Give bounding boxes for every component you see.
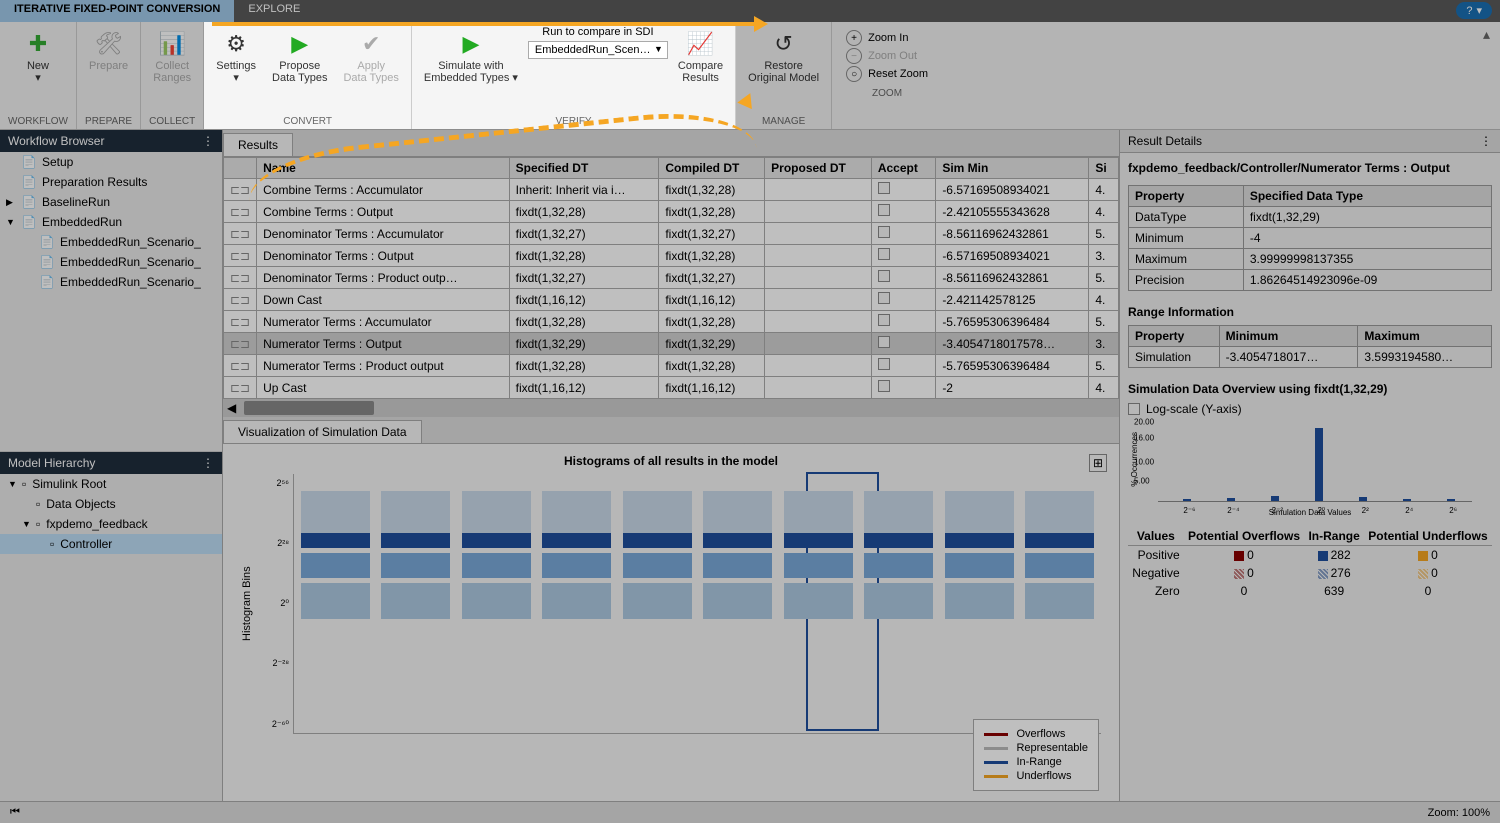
workflow-item[interactable]: 📄EmbeddedRun_Scenario_ <box>0 272 222 292</box>
run-compare-label: Run to compare in SDI <box>542 26 653 38</box>
viz-body: Histograms of all results in the model ⊞… <box>223 444 1119 801</box>
results-tab[interactable]: Results <box>223 133 293 156</box>
collect-icon: 📊 <box>158 30 186 58</box>
group-workflow: WORKFLOW <box>6 114 70 129</box>
workflow-item[interactable]: ▼📄EmbeddedRun <box>0 212 222 232</box>
hierarchy-item[interactable]: ▼▫fxpdemo_feedback <box>0 514 222 534</box>
restore-icon: ↺ <box>770 30 798 58</box>
apply-button[interactable]: ✔ Apply Data Types <box>337 26 404 88</box>
viz-title: Histograms of all results in the model <box>241 454 1101 468</box>
help-button[interactable]: ? ▾ <box>1456 2 1492 19</box>
y-axis-label: Histogram Bins <box>241 474 253 734</box>
prepare-button[interactable]: 🛠 Prepare <box>83 26 134 76</box>
hierarchy-menu-icon[interactable]: ⋮ <box>202 456 214 470</box>
workflow-item[interactable]: 📄EmbeddedRun_Scenario_ <box>0 232 222 252</box>
properties-table: PropertySpecified Data TypeDataTypefixdt… <box>1128 185 1492 291</box>
viz-options-icon[interactable]: ⊞ <box>1089 454 1107 472</box>
workflow-browser: 📄Setup📄Preparation Results▶📄BaselineRun▼… <box>0 152 222 452</box>
workflow-menu-icon[interactable]: ⋮ <box>202 134 214 148</box>
compare-icon: 📈 <box>687 30 715 58</box>
result-details-header: Result Details⋮ <box>1120 130 1500 153</box>
propose-button[interactable]: ▶ Propose Data Types <box>266 26 333 88</box>
new-button[interactable]: ✚ New▾ <box>13 26 63 88</box>
y-axis: 2⁵⁶2²⁸2⁰2⁻²⁸2⁻⁶⁰ <box>257 474 293 734</box>
workflow-item[interactable]: 📄Preparation Results <box>0 172 222 192</box>
help-icon: ? <box>1466 5 1472 17</box>
apply-icon: ✔ <box>357 30 385 58</box>
propose-icon: ▶ <box>286 30 314 58</box>
histogram-bars[interactable] <box>293 474 1101 734</box>
plus-icon: ✚ <box>24 30 52 58</box>
sim-overview-header: Simulation Data Overview using fixdt(1,3… <box>1128 382 1492 396</box>
viz-tab[interactable]: Visualization of Simulation Data <box>223 420 422 443</box>
horizontal-scrollbar[interactable]: ◀ <box>223 399 1119 417</box>
legend: Overflows Representable In-Range Underfl… <box>973 719 1099 791</box>
result-path: fxpdemo_feedback/Controller/Numerator Te… <box>1128 161 1492 175</box>
group-manage: MANAGE <box>760 114 807 129</box>
group-prepare: PREPARE <box>83 114 134 129</box>
toolstrip: ✚ New▾ WORKFLOW 🛠 Prepare PREPARE 📊 Coll… <box>0 22 1500 130</box>
hierarchy-item[interactable]: ▫Data Objects <box>0 494 222 514</box>
group-zoom: ZOOM <box>870 86 904 101</box>
reset-zoom-icon: ○ <box>846 66 862 82</box>
tab-iterative[interactable]: ITERATIVE FIXED-POINT CONVERSION <box>0 0 234 22</box>
zoom-out-button[interactable]: −Zoom Out <box>846 48 928 64</box>
simulate-button[interactable]: ▶ Simulate with Embedded Types ▾ <box>418 26 524 88</box>
logscale-checkbox[interactable]: Log-scale (Y-axis) <box>1128 402 1492 416</box>
workflow-item[interactable]: 📄Setup <box>0 152 222 172</box>
range-table: PropertyMinimumMaximumSimulation-3.40547… <box>1128 325 1492 368</box>
run-select[interactable]: EmbeddedRun_Scen… <box>528 41 668 59</box>
restore-button[interactable]: ↺ Restore Original Model <box>742 26 825 88</box>
zoom-in-button[interactable]: +Zoom In <box>846 30 928 46</box>
settings-button[interactable]: ⚙ Settings▾ <box>210 26 262 88</box>
hierarchy-item[interactable]: ▼▫Simulink Root <box>0 474 222 494</box>
model-hierarchy: ▼▫Simulink Root▫Data Objects▼▫fxpdemo_fe… <box>0 474 222 801</box>
model-hierarchy-header: Model Hierarchy⋮ <box>0 452 222 474</box>
range-info-header: Range Information <box>1128 305 1492 319</box>
collapse-toolstrip[interactable]: ▴ <box>1473 22 1500 129</box>
prepare-icon: 🛠 <box>95 30 123 58</box>
hierarchy-item[interactable]: ▫Controller <box>0 534 222 554</box>
group-convert: CONVERT <box>281 114 334 129</box>
collect-ranges-button[interactable]: 📊 Collect Ranges <box>147 26 197 88</box>
gear-icon: ⚙ <box>222 30 250 58</box>
play-icon: ▶ <box>457 30 485 58</box>
zoom-in-icon: + <box>846 30 862 46</box>
status-bar: ⏮ Zoom: 100% <box>0 801 1500 823</box>
tab-explore[interactable]: EXPLORE <box>234 0 314 22</box>
stats-table: ValuesPotential OverflowsIn-RangePotenti… <box>1128 527 1492 600</box>
compare-results-button[interactable]: 📈 Compare Results <box>672 26 729 88</box>
workflow-item[interactable]: ▶📄BaselineRun <box>0 192 222 212</box>
zoom-out-icon: − <box>846 48 862 64</box>
zoom-status: Zoom: 100% <box>1428 807 1490 819</box>
details-menu-icon[interactable]: ⋮ <box>1480 134 1492 148</box>
reset-zoom-button[interactable]: ○Reset Zoom <box>846 66 928 82</box>
mini-chart: 2⁻⁶2⁻⁴2⁻²2⁰2²2⁴2⁶20.0016.0010.005.00 <box>1158 422 1472 502</box>
app-tabbar: ITERATIVE FIXED-POINT CONVERSION EXPLORE… <box>0 0 1500 22</box>
workflow-item[interactable]: 📄EmbeddedRun_Scenario_ <box>0 252 222 272</box>
group-collect: COLLECT <box>147 114 197 129</box>
status-back-icon[interactable]: ⏮ <box>10 806 20 819</box>
workflow-browser-header: Workflow Browser⋮ <box>0 130 222 152</box>
